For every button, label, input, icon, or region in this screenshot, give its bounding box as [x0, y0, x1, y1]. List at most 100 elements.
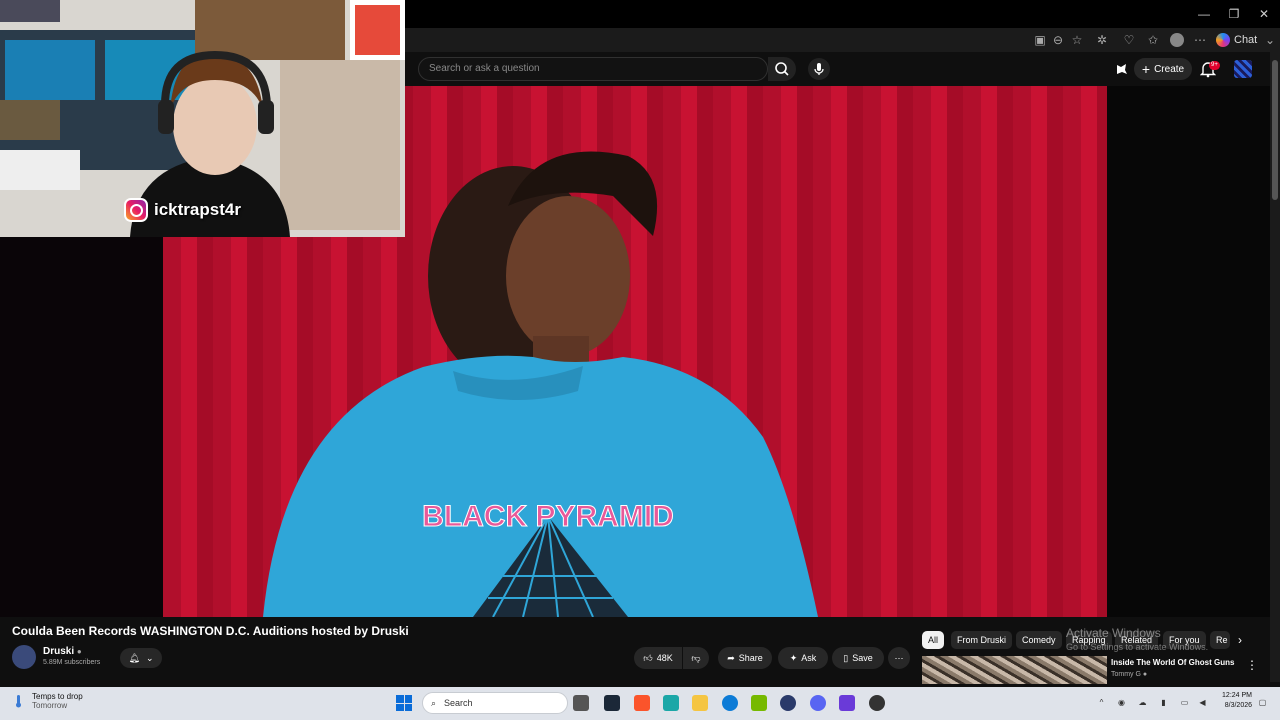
chip-truncated[interactable]: Re [1210, 631, 1230, 649]
search-icon: ⌕ [431, 697, 437, 708]
taskbar-search[interactable]: ⌕ Search [422, 692, 568, 714]
more-menu-icon[interactable]: ⋯ [1192, 32, 1208, 48]
app-icon-blue[interactable] [780, 695, 796, 711]
channel-avatar[interactable] [12, 645, 36, 669]
verified-icon: ● [1142, 671, 1148, 678]
scrollbar-thumb[interactable] [1272, 60, 1278, 200]
tray-chevron-icon[interactable]: ^ [1096, 697, 1107, 708]
video-letterbox-left [0, 237, 163, 617]
steam-icon[interactable] [604, 695, 620, 711]
weather-widget[interactable]: Temps to drop Tomorrow [12, 692, 83, 710]
tray-volume-icon[interactable]: ◀ [1197, 697, 1208, 708]
browser-essentials-icon[interactable]: ♡ [1121, 32, 1137, 48]
tray-mic-icon[interactable]: ▮ [1158, 697, 1169, 708]
chip-from-druski[interactable]: From Druski [951, 631, 1012, 649]
taskbar-search-label: Search [444, 698, 473, 708]
related-more-icon[interactable]: ⋮ [1246, 658, 1258, 672]
notification-center-icon[interactable]: ▢ [1257, 697, 1268, 708]
chevron-down-icon: ⌄ [145, 652, 154, 663]
instagram-icon [124, 198, 148, 222]
bookmark-icon: ▯ [843, 652, 849, 663]
subscriber-count: 5.89M subscribers [43, 659, 101, 666]
activate-windows-subtitle: Go to Settings to activate Windows. [1066, 642, 1209, 652]
account-avatar[interactable] [1234, 60, 1252, 78]
app-grid-icon[interactable] [839, 695, 855, 711]
ask-button[interactable]: ✦ Ask [778, 647, 828, 669]
search-button[interactable] [768, 57, 796, 81]
cast-icon[interactable] [1115, 62, 1129, 76]
thermometer-icon [16, 695, 21, 708]
search-input[interactable]: Search or ask a question [418, 57, 768, 81]
obs-icon[interactable] [869, 695, 885, 711]
zoom-icon[interactable]: ⊖ [1050, 32, 1066, 48]
task-view-icon[interactable] [573, 695, 589, 711]
dislike-button[interactable]: 👎︎ [683, 647, 709, 669]
channel-name[interactable]: Druski ● [43, 646, 82, 657]
notification-badge: 9+ [1209, 61, 1220, 70]
profile-icon[interactable] [1170, 33, 1184, 47]
search-icon [775, 62, 789, 76]
more-dots-icon: ⋯ [894, 652, 904, 663]
discord-icon[interactable] [810, 695, 826, 711]
create-label: Create [1154, 63, 1185, 75]
file-explorer-icon[interactable] [692, 695, 708, 711]
more-actions-button[interactable]: ⋯ [888, 647, 910, 669]
voice-search-button[interactable] [808, 58, 830, 80]
verified-icon: ● [76, 647, 82, 656]
related-video-channel: Tommy G ● [1111, 671, 1147, 678]
shirt-print-text: BLACK PYRAMID [422, 500, 674, 533]
chevron-right-icon[interactable]: › [1238, 633, 1242, 647]
save-label: Save [852, 653, 873, 663]
like-count: 48K [656, 653, 673, 663]
weather-headline: Temps to drop [32, 692, 83, 701]
edge-icon[interactable] [722, 695, 738, 711]
chip-all[interactable]: All [922, 631, 945, 649]
activate-windows-title: Activate Windows [1066, 626, 1161, 640]
nvidia-icon[interactable] [751, 695, 767, 711]
extensions-icon[interactable]: ✲ [1094, 32, 1110, 48]
thumbs-up-icon: 👍︎ [643, 652, 653, 663]
instagram-handle: icktrapst4r [154, 200, 241, 219]
share-button[interactable]: ➦ Share [718, 647, 772, 669]
plus-icon: + [1141, 61, 1151, 77]
copilot-icon [1216, 33, 1230, 47]
browser-titlebar [405, 0, 1280, 28]
chat-label: Chat [1234, 34, 1258, 46]
clock-time: 12:24 PM [1222, 692, 1252, 699]
bell-icon: 🔔︎ [128, 652, 140, 663]
notepad-icon[interactable] [663, 695, 679, 711]
minimize-button[interactable]: — [1196, 6, 1212, 22]
close-window-button[interactable]: ✕ [1256, 6, 1272, 22]
like-button[interactable]: 👍︎ 48K [634, 647, 682, 669]
chip-comedy[interactable]: Comedy [1016, 631, 1062, 649]
split-screen-icon[interactable]: ▣ [1032, 32, 1048, 48]
restore-button[interactable]: ❐ [1226, 6, 1242, 22]
brave-icon[interactable] [634, 695, 650, 711]
video-title: Coulda Been Records WASHINGTON D.C. Audi… [12, 624, 409, 638]
weather-when: Tomorrow [32, 701, 68, 710]
tray-network-icon[interactable]: ▭ [1179, 697, 1190, 708]
copilot-chat-button[interactable]: Chat [1216, 31, 1257, 49]
sparkle-icon: ✦ [789, 652, 798, 663]
clock-date: 8/3/2026 [1224, 702, 1252, 709]
share-label: Share [738, 653, 763, 663]
save-button[interactable]: ▯ Save [832, 647, 884, 669]
instagram-tag: icktrapst4r [124, 198, 241, 222]
subscription-bell-button[interactable]: 🔔︎ ⌄ [120, 648, 162, 668]
favorite-star-icon[interactable]: ☆ [1069, 32, 1085, 48]
share-icon: ➦ [727, 652, 735, 663]
thumbs-down-icon: 👎︎ [691, 652, 701, 663]
related-channel-name: Tommy G [1111, 671, 1141, 678]
chevron-down-icon[interactable]: ⌄ [1262, 32, 1278, 48]
microphone-icon [814, 63, 824, 75]
tray-app-icon[interactable]: ◉ [1116, 697, 1127, 708]
channel-name-text[interactable]: Druski [43, 646, 74, 657]
related-video-thumbnail[interactable] [922, 656, 1107, 684]
create-button[interactable]: + Create [1134, 58, 1192, 80]
taskbar-clock[interactable]: 12:24 PM 8/3/2026 [1216, 691, 1252, 711]
start-windows-icon[interactable] [396, 695, 412, 711]
favorites-icon[interactable]: ✩ [1145, 32, 1161, 48]
video-letterbox-right [1107, 86, 1270, 617]
tray-cloud-icon[interactable]: ☁ [1137, 697, 1148, 708]
related-video-title[interactable]: Inside The World Of Ghost Guns [1111, 658, 1234, 667]
